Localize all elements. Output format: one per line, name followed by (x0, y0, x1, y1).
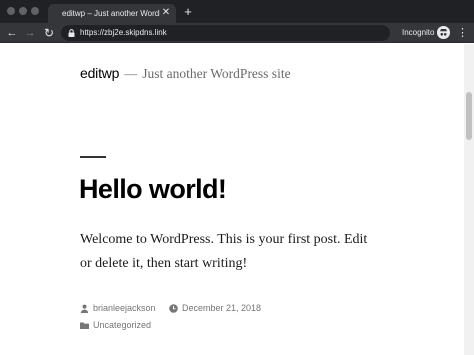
clock-icon (169, 304, 178, 313)
folder-icon (80, 322, 89, 329)
scrollbar-track[interactable] (464, 44, 474, 355)
title-divider (80, 156, 106, 158)
maximize-window-button[interactable] (31, 7, 39, 15)
back-arrow-icon[interactable]: ← (5, 26, 19, 40)
tab-title: editwp – Just another WordPre (62, 9, 160, 18)
post-author[interactable]: brianleejackson (93, 302, 156, 315)
minimize-window-button[interactable] (19, 7, 27, 15)
address-bar[interactable]: https://zbj2e.skipdns.link (61, 25, 390, 41)
user-icon (80, 304, 89, 313)
post-category[interactable]: Uncategorized (93, 319, 151, 332)
close-window-button[interactable] (7, 7, 15, 15)
browser-tab[interactable]: editwp – Just another WordPre ✕ (48, 4, 176, 23)
browser-toolbar: ← → ↻ https://zbj2e.skipdns.link Incogni… (0, 23, 474, 43)
web-page: editwp — Just another WordPress site Hello… (0, 44, 474, 355)
more-vert-icon[interactable]: ⋮ (457, 26, 468, 40)
site-title[interactable]: editwp (80, 65, 119, 81)
title-separator: — (124, 66, 138, 81)
forward-arrow-icon[interactable]: → (23, 26, 37, 40)
browser-title-bar: editwp – Just another WordPre ✕ + (0, 0, 474, 23)
close-icon[interactable]: ✕ (160, 7, 172, 19)
url-text[interactable]: https://zbj2e.skipdns.link (80, 27, 167, 39)
post-content: Welcome to WordPress. This is your first… (80, 232, 368, 271)
plus-icon[interactable]: + (181, 5, 195, 19)
lock-icon (68, 29, 75, 37)
incognito-icon[interactable] (437, 26, 450, 39)
reload-icon[interactable]: ↻ (42, 26, 56, 40)
post-date[interactable]: December 21, 2018 (182, 302, 261, 315)
post-title[interactable]: Hello world! (79, 172, 227, 206)
site-description: Just another WordPress site (142, 66, 291, 81)
site-header: editwp — Just another WordPress site (80, 64, 291, 82)
incognito-label: Incognito (402, 28, 435, 37)
scrollbar-thumb[interactable] (466, 92, 472, 140)
